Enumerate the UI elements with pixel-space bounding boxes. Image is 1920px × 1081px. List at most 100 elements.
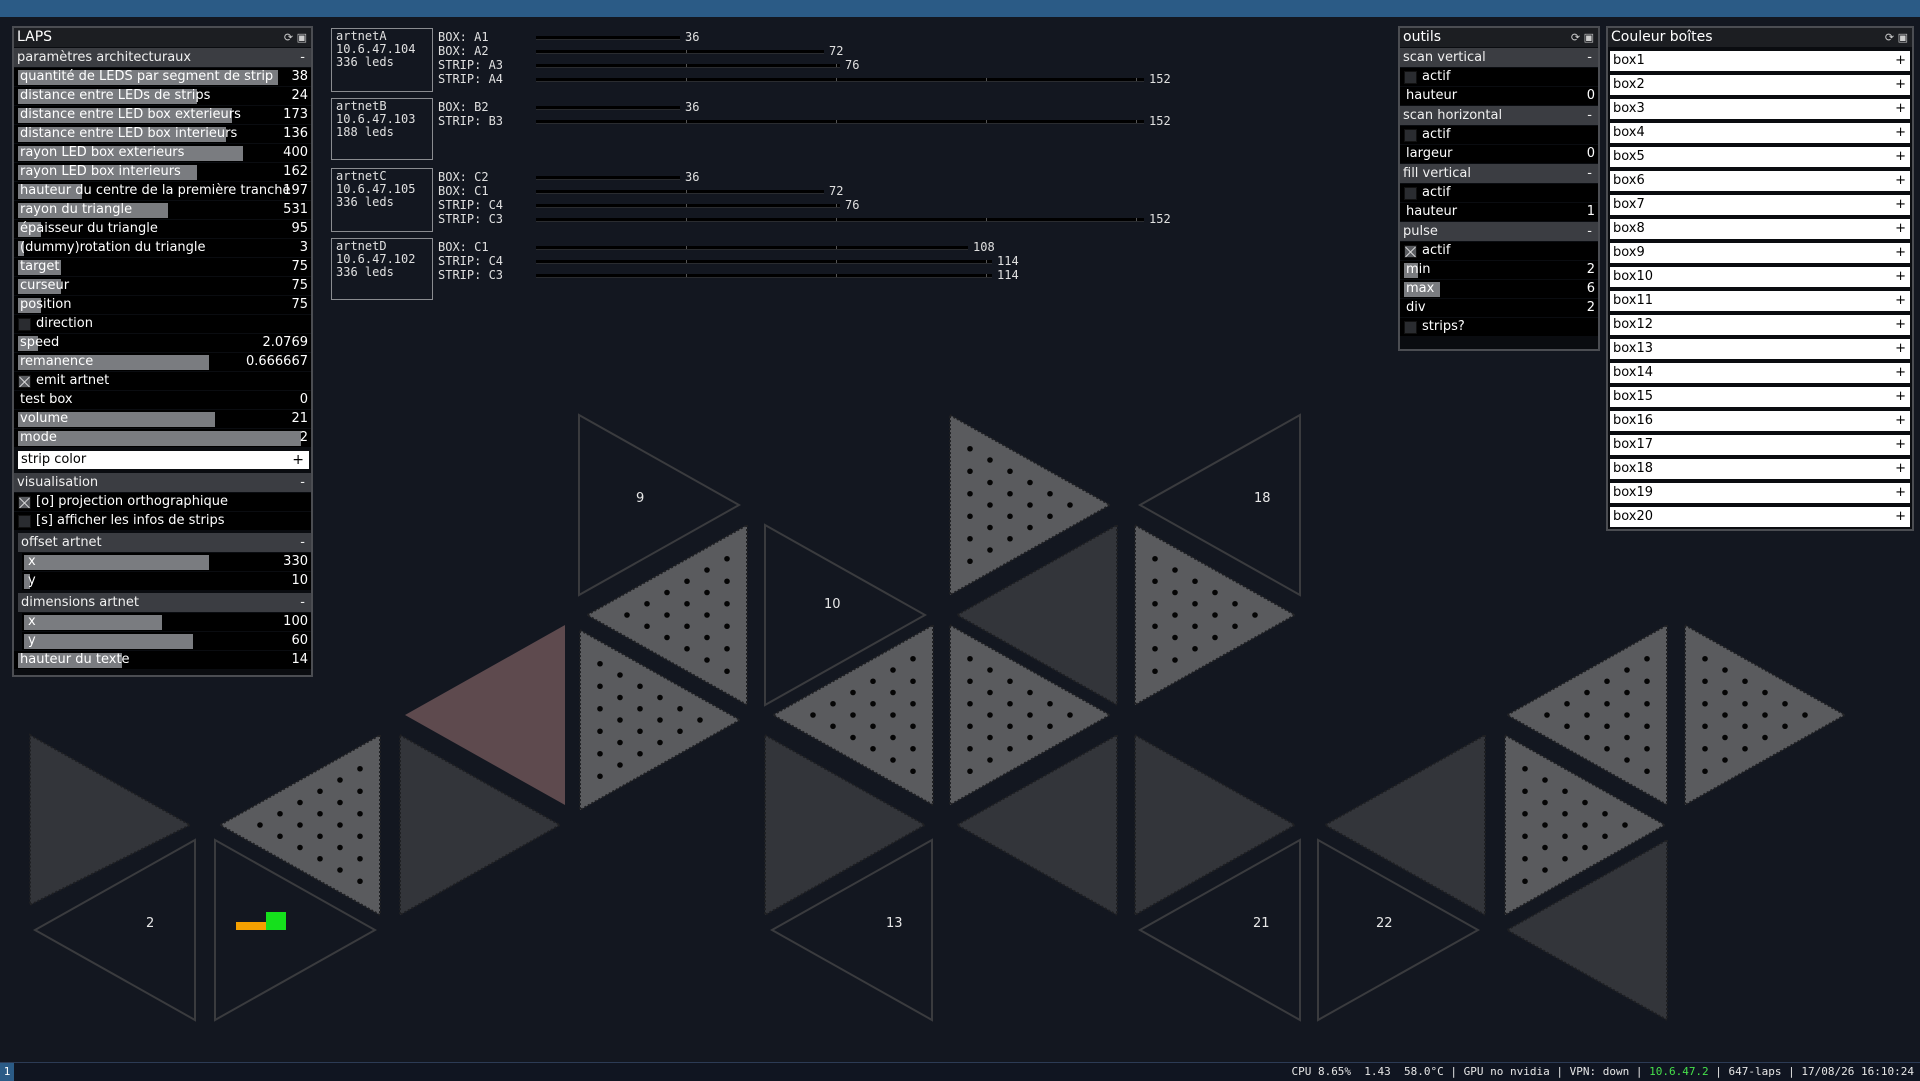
- scan-vertical-hauteur-field[interactable]: hauteur 0: [1400, 87, 1598, 105]
- artnet-output-count: 36: [685, 100, 700, 114]
- couleur-panel-title[interactable]: Couleur boîtes ⟳ ▣: [1608, 28, 1912, 47]
- led-dot: [657, 717, 663, 723]
- led-dot: [597, 728, 603, 735]
- param-slider[interactable]: position 75: [14, 296, 311, 314]
- led-dot: [684, 645, 690, 652]
- param-slider[interactable]: distance entre LED box exterieurs 173: [14, 106, 311, 124]
- checkbox-icon[interactable]: [1404, 187, 1417, 200]
- toggle-label: direction: [36, 316, 93, 331]
- group-parametres-architecturaux[interactable]: paramètres architecturaux -: [14, 48, 311, 67]
- led-dot: [1582, 822, 1588, 828]
- led-dot: [644, 600, 650, 607]
- led-dot: [257, 822, 263, 828]
- checkbox-icon[interactable]: [1404, 71, 1417, 84]
- outils-panel-title[interactable]: outils ⟳ ▣: [1400, 28, 1598, 47]
- box-color-button[interactable]: box1 +: [1610, 51, 1910, 71]
- box-color-button[interactable]: box12 +: [1610, 315, 1910, 335]
- collapse-icon[interactable]: -: [1587, 106, 1592, 125]
- pulse-min-slider[interactable]: min 2: [1400, 261, 1598, 279]
- checkbox-icon[interactable]: [18, 318, 31, 331]
- box-color-button[interactable]: box9 +: [1610, 243, 1910, 263]
- led-dot: [910, 700, 916, 707]
- slider-value: 197: [283, 183, 308, 198]
- param-slider[interactable]: rayon LED box interieurs 162: [14, 163, 311, 181]
- param-slider[interactable]: épaisseur du triangle 95: [14, 220, 311, 238]
- param-slider[interactable]: quantité de LEDS par segment de strip 38: [14, 68, 311, 86]
- checkbox-icon[interactable]: [18, 375, 31, 388]
- param-slider[interactable]: target 75: [14, 258, 311, 276]
- checkbox-icon[interactable]: [1404, 321, 1417, 334]
- slider-label: distance entre LED box exterieurs: [20, 107, 241, 122]
- group-fill-vertical[interactable]: fill vertical -: [1400, 164, 1598, 183]
- field-label: largeur: [1406, 146, 1453, 161]
- box-color-button[interactable]: box6 +: [1610, 171, 1910, 191]
- param-slider[interactable]: curseur 75: [14, 277, 311, 295]
- panel-refresh-save-icons[interactable]: ⟳ ▣: [284, 28, 307, 47]
- group-scan-vertical[interactable]: scan vertical -: [1400, 48, 1598, 67]
- led-dot: [664, 589, 670, 596]
- panel-refresh-save-icons[interactable]: ⟳ ▣: [1571, 28, 1594, 47]
- laps-panel-title[interactable]: LAPS ⟳ ▣: [14, 28, 311, 47]
- led-dot: [1172, 567, 1178, 573]
- led-dot: [1742, 723, 1748, 730]
- box-color-button[interactable]: box10 +: [1610, 267, 1910, 287]
- box-color-button[interactable]: box4 +: [1610, 123, 1910, 143]
- box-color-button[interactable]: box13 +: [1610, 339, 1910, 359]
- scan-horizontal-largeur-field[interactable]: largeur 0: [1400, 145, 1598, 163]
- remanence-slider[interactable]: remanence 0.666667: [14, 353, 311, 371]
- box-color-button[interactable]: box3 +: [1610, 99, 1910, 119]
- group-scan-horizontal[interactable]: scan horizontal -: [1400, 106, 1598, 125]
- led-dot: [967, 745, 973, 752]
- slider-value: 3: [299, 240, 308, 255]
- pulse-max-slider[interactable]: max 6: [1400, 280, 1598, 298]
- fill-vertical-hauteur-field[interactable]: hauteur 1: [1400, 203, 1598, 221]
- checkbox-icon[interactable]: [1404, 129, 1417, 142]
- pulse-div-field[interactable]: div 2: [1400, 299, 1598, 317]
- scan-horizontal-actif-toggle[interactable]: actif: [1400, 126, 1598, 144]
- param-slider[interactable]: (dummy)rotation du triangle 3: [14, 239, 311, 257]
- box-color-button[interactable]: box5 +: [1610, 147, 1910, 167]
- param-slider[interactable]: rayon du triangle 531: [14, 201, 311, 219]
- artnet-output-count: 114: [997, 268, 1019, 282]
- led-dot: [697, 717, 703, 723]
- collapse-icon[interactable]: -: [1587, 164, 1592, 183]
- group-pulse[interactable]: pulse -: [1400, 222, 1598, 241]
- artnet-node-box: artnetA 10.6.47.104 336 leds: [331, 28, 433, 92]
- scan-vertical-actif-toggle[interactable]: actif: [1400, 68, 1598, 86]
- pulse-strips-toggle[interactable]: strips?: [1400, 318, 1598, 336]
- led-dot: [297, 844, 303, 851]
- box-color-button[interactable]: box8 +: [1610, 219, 1910, 239]
- bar-tick: [686, 50, 687, 53]
- box-color-button[interactable]: box7 +: [1610, 195, 1910, 215]
- led-dot: [1007, 745, 1013, 752]
- box-color-button[interactable]: box11 +: [1610, 291, 1910, 311]
- box-color-button[interactable]: box14 +: [1610, 363, 1910, 383]
- led-dot: [1522, 788, 1528, 795]
- led-dot: [1722, 734, 1728, 741]
- artnet-output-list: BOX: C2 BOX: C1 STRIP: C4 STRIP: C3: [438, 170, 503, 226]
- checkbox-icon[interactable]: [1404, 245, 1417, 258]
- workspace-indicator[interactable]: 1: [0, 1063, 14, 1081]
- collapse-icon[interactable]: -: [1587, 222, 1592, 241]
- led-dot: [1047, 700, 1053, 707]
- led-dot: [637, 683, 643, 690]
- plus-icon: +: [1895, 293, 1906, 308]
- direction-toggle[interactable]: direction: [14, 315, 311, 333]
- box-color-button[interactable]: box2 +: [1610, 75, 1910, 95]
- pulse-actif-toggle[interactable]: actif: [1400, 242, 1598, 260]
- fill-vertical-actif-toggle[interactable]: actif: [1400, 184, 1598, 202]
- led-dot: [357, 788, 363, 795]
- param-slider[interactable]: distance entre LED box interieurs 136: [14, 125, 311, 143]
- artnet-output-count: 36: [685, 30, 700, 44]
- param-slider[interactable]: distance entre LEDs de strips 24: [14, 87, 311, 105]
- collapse-icon[interactable]: -: [1587, 48, 1592, 67]
- param-slider[interactable]: rayon LED box exterieurs 400: [14, 144, 311, 162]
- panel-refresh-save-icons[interactable]: ⟳ ▣: [1885, 28, 1908, 47]
- speed-slider[interactable]: speed 2.0769: [14, 334, 311, 352]
- led-dot: [1722, 712, 1728, 718]
- collapse-icon[interactable]: -: [300, 48, 305, 67]
- emit-artnet-toggle[interactable]: emit artnet: [14, 372, 311, 390]
- status-bar: 1 CPU 8.65% 1.43 58.0°C | GPU no nvidia …: [0, 1062, 1920, 1081]
- param-slider[interactable]: hauteur du centre de la première tranche…: [14, 182, 311, 200]
- led-dot: [1027, 712, 1033, 718]
